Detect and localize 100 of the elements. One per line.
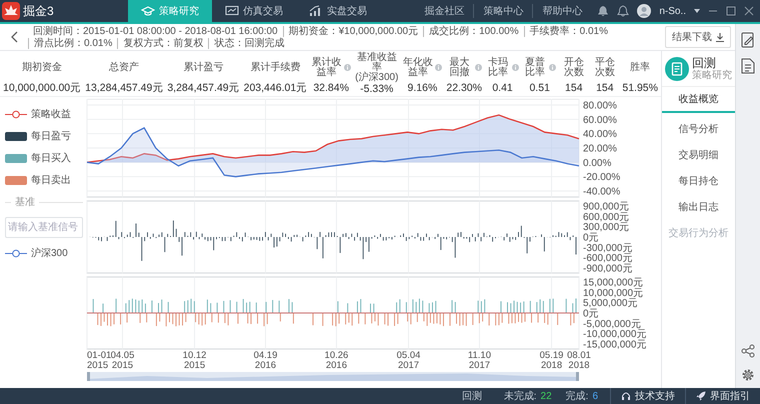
axis-year-label: 2016 xyxy=(254,360,276,371)
axis-label: -20.00% xyxy=(583,172,620,184)
stat-value: 203,446.01元 xyxy=(244,82,308,94)
stat-label: 夏普比率 xyxy=(524,58,546,78)
axis-label: -300,000元 xyxy=(583,242,632,254)
bell-icon[interactable] xyxy=(597,5,610,17)
axis-date-label: 01-01 xyxy=(87,350,112,361)
axis-label: -10,000,000元 xyxy=(583,329,646,340)
axis-year-label: 2017 xyxy=(468,360,490,371)
axis-label: 0元 xyxy=(583,308,599,320)
axis-label: -900,000元 xyxy=(583,264,632,274)
axis-year-label: 2018 xyxy=(568,360,590,371)
headset-icon xyxy=(621,391,631,401)
axis-label: -5,000,000元 xyxy=(583,318,641,330)
done-count: 6 xyxy=(592,390,599,404)
axis-year-label: 2017 xyxy=(398,360,420,371)
axis-label: 80.00% xyxy=(583,100,617,112)
legend-label: 每日卖出 xyxy=(31,174,71,187)
panel-tab[interactable]: 每日持仓 xyxy=(662,169,735,195)
stat-label: 累计手续费 xyxy=(250,62,300,72)
axis-label: 0元 xyxy=(583,232,599,244)
bell-icon[interactable] xyxy=(617,5,630,17)
stat-value: 22.30% xyxy=(446,82,482,94)
nav-tab[interactable]: 实盘交易 xyxy=(296,0,380,22)
stat-label: 期初资金 xyxy=(22,62,62,72)
stat-value: 51.95% xyxy=(622,82,658,94)
info-text: 手续费率：0.01% xyxy=(524,26,613,36)
user-name[interactable]: n-So.. xyxy=(659,6,686,16)
stat-value: 13,284,457.49元 xyxy=(85,82,164,94)
axis-label: -40.00% xyxy=(583,186,620,198)
axis-year-label: 2018 xyxy=(540,360,562,371)
info-text: 成交比例：100.00% xyxy=(423,26,524,36)
header-link[interactable]: 帮助中心 xyxy=(532,4,592,18)
nav-tab[interactable]: 仿真交易 xyxy=(212,0,296,22)
axis-label: 60.00% xyxy=(583,114,617,126)
stat-value: 0.51 xyxy=(529,82,550,94)
info-text: 复权方式：前复权 xyxy=(117,38,208,48)
axis-date-label: 10.12 xyxy=(182,350,206,361)
graduation-cap-icon xyxy=(141,5,155,17)
axis-label: 300,000元 xyxy=(583,222,630,234)
axis-label: 40.00% xyxy=(583,129,617,140)
stat-label: 年化收益率 xyxy=(402,58,434,78)
axis-year-label: 2015 xyxy=(112,360,134,371)
status-label: 未完成: xyxy=(502,390,538,404)
axis-label: 20.00% xyxy=(583,144,617,154)
axis-date-label: 05.04 xyxy=(396,350,420,361)
support-button[interactable]: 技术支持 xyxy=(610,388,685,404)
stat-label: 最大回撤 xyxy=(448,58,471,78)
stat-label: 累计收益率 xyxy=(311,58,342,78)
legend-label: 每日买入 xyxy=(31,152,71,165)
axis-label: 900,000元 xyxy=(583,202,630,212)
stat-label: 基准收益率 xyxy=(356,53,397,73)
logo-icon xyxy=(2,2,20,20)
maximize-icon[interactable] xyxy=(726,6,736,16)
stat-value: 9.16% xyxy=(408,82,438,94)
panel-tab[interactable]: 信号分析 xyxy=(662,117,735,143)
panel-tab[interactable]: 交易明细 xyxy=(662,143,735,169)
pending-count: 22 xyxy=(540,390,553,404)
app-name: 掘金3 xyxy=(23,2,54,20)
status-label: 回测 xyxy=(460,390,483,404)
document-icon xyxy=(665,57,689,81)
avatar-icon[interactable] xyxy=(637,4,652,18)
bar-chart-icon xyxy=(309,5,323,17)
panel-tab[interactable]: 输出日志 xyxy=(662,195,735,221)
axis-date-label: 04.05 xyxy=(110,350,134,361)
download-button[interactable]: 结果下载 xyxy=(665,26,731,48)
rocket-icon xyxy=(696,391,706,401)
chevron-left-icon xyxy=(10,31,18,43)
axis-date-label: 08.01 xyxy=(567,350,591,361)
guide-button[interactable]: 界面指引 xyxy=(685,388,760,404)
download-icon xyxy=(716,32,724,42)
share-icon[interactable] xyxy=(741,344,755,358)
close-icon[interactable] xyxy=(744,6,754,16)
caret-icon[interactable] xyxy=(694,9,700,13)
stat-label: 总资产 xyxy=(109,62,140,72)
document-icon[interactable] xyxy=(741,58,755,74)
axis-date-label: 05.19 xyxy=(540,350,564,361)
axis-date-label: 10.26 xyxy=(324,350,348,361)
benchmark-input[interactable]: 请输入基准信号 xyxy=(5,217,83,238)
header-link[interactable]: 策略中心 xyxy=(473,4,532,18)
settings-icon[interactable] xyxy=(741,368,755,382)
axis-year-label: 2015 xyxy=(87,360,108,371)
panel-title: 回测 xyxy=(692,57,717,70)
axis-label: 0.00% xyxy=(583,158,612,169)
info-text: 期初资金：¥10,000,000.00元 xyxy=(282,26,424,36)
axis-date-label: 11.10 xyxy=(468,350,491,361)
axis-label: -600,000元 xyxy=(583,253,632,264)
axis-label: 10,000,000元 xyxy=(583,288,644,299)
axis-label: 5,000,000元 xyxy=(583,298,638,310)
stat-value: -5.33% xyxy=(360,83,394,95)
axis-year-label: 2016 xyxy=(326,360,347,371)
axis-label: 15,000,000元 xyxy=(583,278,644,288)
edit-document-icon[interactable] xyxy=(741,32,755,48)
stat-value: 3,284,457.49元 xyxy=(167,82,240,94)
legend-label: 沪深300 xyxy=(31,246,68,260)
panel-subtitle: 策略研究 xyxy=(692,70,732,81)
stat-value: 10,000,000.00元 xyxy=(3,82,82,94)
stat-value: 154 xyxy=(565,82,583,94)
monitor-chart-icon xyxy=(225,5,239,17)
header-link[interactable]: 掘金社区 xyxy=(415,4,474,18)
